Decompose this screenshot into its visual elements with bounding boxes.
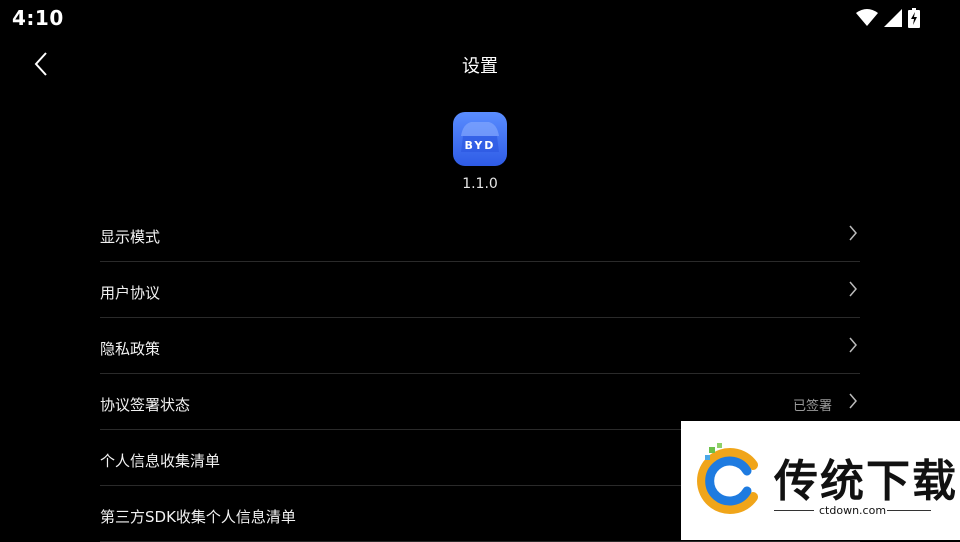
menu-item-label: 个人信息收集清单 <box>100 452 221 470</box>
divider <box>774 510 814 511</box>
chevron-right-icon <box>849 337 857 353</box>
menu-item-display-mode[interactable]: 显示模式 <box>100 206 860 262</box>
menu-item-privacy-policy[interactable]: 隐私政策 <box>100 318 860 374</box>
status-time: 4:10 <box>12 6 64 30</box>
page-title: 设置 <box>462 56 498 77</box>
signal-icon <box>884 9 902 27</box>
divider <box>887 510 931 511</box>
chevron-right-icon <box>849 225 857 241</box>
battery-charging-icon <box>908 8 920 28</box>
chevron-right-icon <box>849 281 857 297</box>
menu-item-label: 显示模式 <box>100 228 161 246</box>
system-icons <box>856 8 920 28</box>
app-version: 1.1.0 <box>462 176 498 192</box>
menu-item-user-agreement[interactable]: 用户协议 <box>100 262 860 318</box>
menu-item-label: 协议签署状态 <box>100 396 191 414</box>
menu-item-value: 已签署 <box>792 399 832 414</box>
app-logo-text: BYD <box>464 139 496 152</box>
watermark: 传统下载 ctdown.com <box>681 421 960 540</box>
menu-item-label: 用户协议 <box>100 284 161 302</box>
menu-item-label: 隐私政策 <box>100 340 161 358</box>
status-bar: 4:10 <box>0 0 960 36</box>
watermark-logo-icon <box>697 443 758 514</box>
app-logo: BYD <box>453 112 507 166</box>
wifi-icon <box>856 9 878 26</box>
watermark-url: ctdown.com <box>819 504 887 517</box>
menu-item-label: 第三方SDK收集个人信息清单 <box>100 508 296 526</box>
chevron-right-icon <box>849 393 857 409</box>
watermark-text: 传统下载 <box>774 456 958 507</box>
